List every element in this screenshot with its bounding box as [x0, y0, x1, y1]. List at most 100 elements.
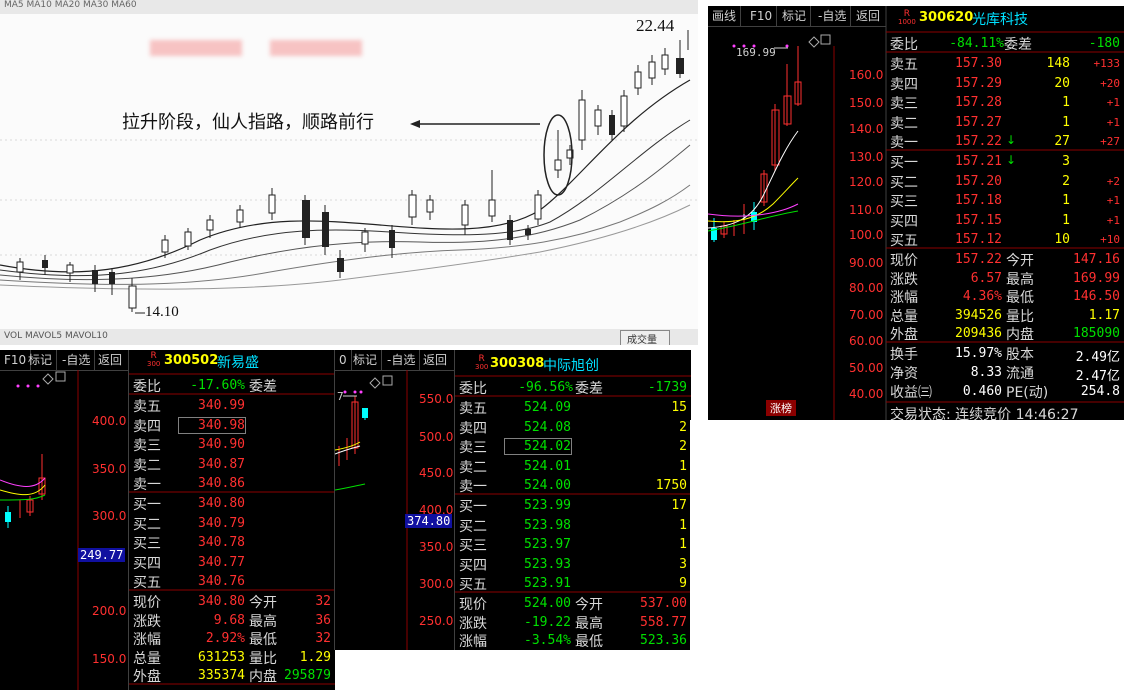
axis-label: 110.0 [849, 203, 884, 217]
annotation-caption: 拉升阶段，仙人指路，顺路前行 [122, 112, 374, 133]
order-price: 157.15 [955, 212, 1002, 228]
stat-label: 净资 [890, 366, 918, 382]
axis-label: 140.0 [849, 122, 884, 136]
diamond-icon[interactable] [808, 36, 820, 48]
order-price: 340.99 [198, 398, 245, 413]
order-label: 买三 [459, 538, 487, 554]
order-price: 340.98 [178, 416, 246, 434]
order-change: +1 [1106, 115, 1120, 129]
order-label: 买四 [133, 555, 161, 572]
order-label: 卖三 [133, 438, 161, 454]
stat-label: 涨跌 [890, 271, 918, 288]
order-volume: 20 [1054, 75, 1070, 91]
candlestick-chart [0, 30, 698, 314]
axis-label: 130.0 [849, 150, 884, 164]
weibi-label: 委比 [133, 379, 161, 395]
stat-value: 2.49亿 [1075, 350, 1120, 365]
order-volume: 1 [679, 537, 687, 552]
order-label: 卖二 [459, 459, 487, 476]
stat-label: 外盘 [890, 327, 918, 343]
stat-label: 今开 [1006, 253, 1034, 269]
diamond-icon[interactable] [42, 373, 54, 385]
checkbox-icon[interactable] [382, 375, 393, 386]
order-price: 157.29 [955, 75, 1002, 91]
order-label: 买二 [133, 516, 161, 533]
checkbox-icon[interactable] [55, 371, 66, 382]
low-price-label: 14.10 [145, 304, 179, 320]
axis-label: 250.0 [419, 614, 454, 628]
order-price: 157.30 [955, 56, 1002, 71]
high-price-label: 22.44 [636, 16, 675, 35]
order-label: 买五 [459, 577, 487, 593]
stat-label: 流通 [1006, 366, 1034, 382]
market-badge: R 1000 [898, 9, 916, 27]
down-arrow-icon: ↓ [1006, 153, 1017, 167]
stat-label: 最高 [249, 613, 277, 630]
order-volume: 1 [1062, 114, 1070, 130]
stock-name: 新易盛 [217, 355, 259, 371]
order-label: 卖一 [133, 477, 161, 493]
order-label: 买一 [459, 499, 487, 515]
quote-panel-300502: R 300 300502 新易盛 委比 -17.60% 委差 卖五 340.99 卖四… [128, 350, 335, 690]
cursor-price-label: 249.77 [78, 548, 126, 562]
order-volume: 2 [679, 439, 687, 454]
stat-value: 169.99 [1073, 270, 1120, 286]
weibi-label: 委比 [459, 381, 487, 397]
stat-label: 今开 [575, 597, 603, 613]
stock-name: 中际旭创 [543, 358, 599, 374]
order-label: 卖一 [459, 479, 487, 495]
order-change: +1 [1106, 213, 1120, 227]
stat-label: 外盘 [133, 669, 161, 685]
zhangbang-button[interactable]: 涨榜 [766, 400, 796, 416]
order-price: 340.76 [198, 574, 245, 589]
axis-label: 300.0 [92, 509, 127, 523]
stat-label: 涨幅 [890, 290, 918, 306]
axis-label: 300.0 [419, 577, 454, 591]
axis-label: 90.00 [849, 256, 884, 270]
stock-code: 300308 [490, 356, 545, 371]
order-price: 340.77 [198, 554, 245, 570]
order-volume: 27 [1054, 134, 1070, 149]
order-volume: 17 [671, 498, 687, 513]
diamond-icon[interactable] [369, 377, 381, 389]
order-price: 157.20 [955, 173, 1002, 189]
order-label: 买二 [459, 518, 487, 535]
axis-label: 100.0 [849, 228, 884, 242]
stat-label: 收益㈢ [890, 385, 932, 401]
order-price: 524.01 [524, 458, 571, 474]
trade-status: 交易状态: 连续竞价 14:46:27 [890, 407, 1079, 420]
stat-value: 524.00 [524, 596, 571, 611]
stat-value: 6.57 [970, 270, 1002, 286]
stat-label: 内盘 [1006, 327, 1034, 343]
order-price: 157.12 [955, 232, 1002, 247]
stat-label: 现价 [459, 597, 487, 613]
stat-label: 涨幅 [459, 634, 487, 650]
order-label: 卖五 [890, 57, 918, 73]
stat-label: 总量 [133, 650, 161, 667]
quote-panel-300620: 画线 F10 标记 -自选 返回 169.99 160.0 150.0 140.… [708, 6, 1124, 420]
stat-value: 1.17 [1088, 307, 1120, 323]
stat-label: 股本 [1006, 347, 1034, 363]
axis-label: 150.0 [849, 96, 884, 110]
order-volume: 2 [1062, 173, 1070, 189]
axis-label: 400.0 [92, 414, 127, 428]
stat-value: 0.460 [962, 384, 1002, 399]
axis-label: 350.0 [419, 540, 454, 554]
stat-value: 209436 [955, 326, 1002, 341]
stat-value: 157.22 [955, 252, 1002, 267]
down-arrow-icon: ↓ [1006, 133, 1017, 147]
checkbox-icon[interactable] [820, 34, 831, 45]
stat-value: 9.68 [213, 612, 245, 628]
order-volume: 15 [671, 400, 687, 415]
market-badge: R 300 [147, 351, 161, 369]
scan-bottom-right: 成交量 [620, 330, 670, 345]
weibi-value: -96.56% [518, 380, 573, 395]
market-badge: R 300 [475, 354, 489, 372]
order-label: 卖五 [459, 401, 487, 417]
order-change: +27 [1100, 135, 1120, 148]
stat-value: 185090 [1073, 326, 1120, 341]
stat-label: 总量 [890, 308, 918, 325]
stat-value: 8.33 [970, 365, 1002, 380]
stat-value: 631253 [198, 649, 245, 665]
order-price: 157.27 [955, 114, 1002, 130]
